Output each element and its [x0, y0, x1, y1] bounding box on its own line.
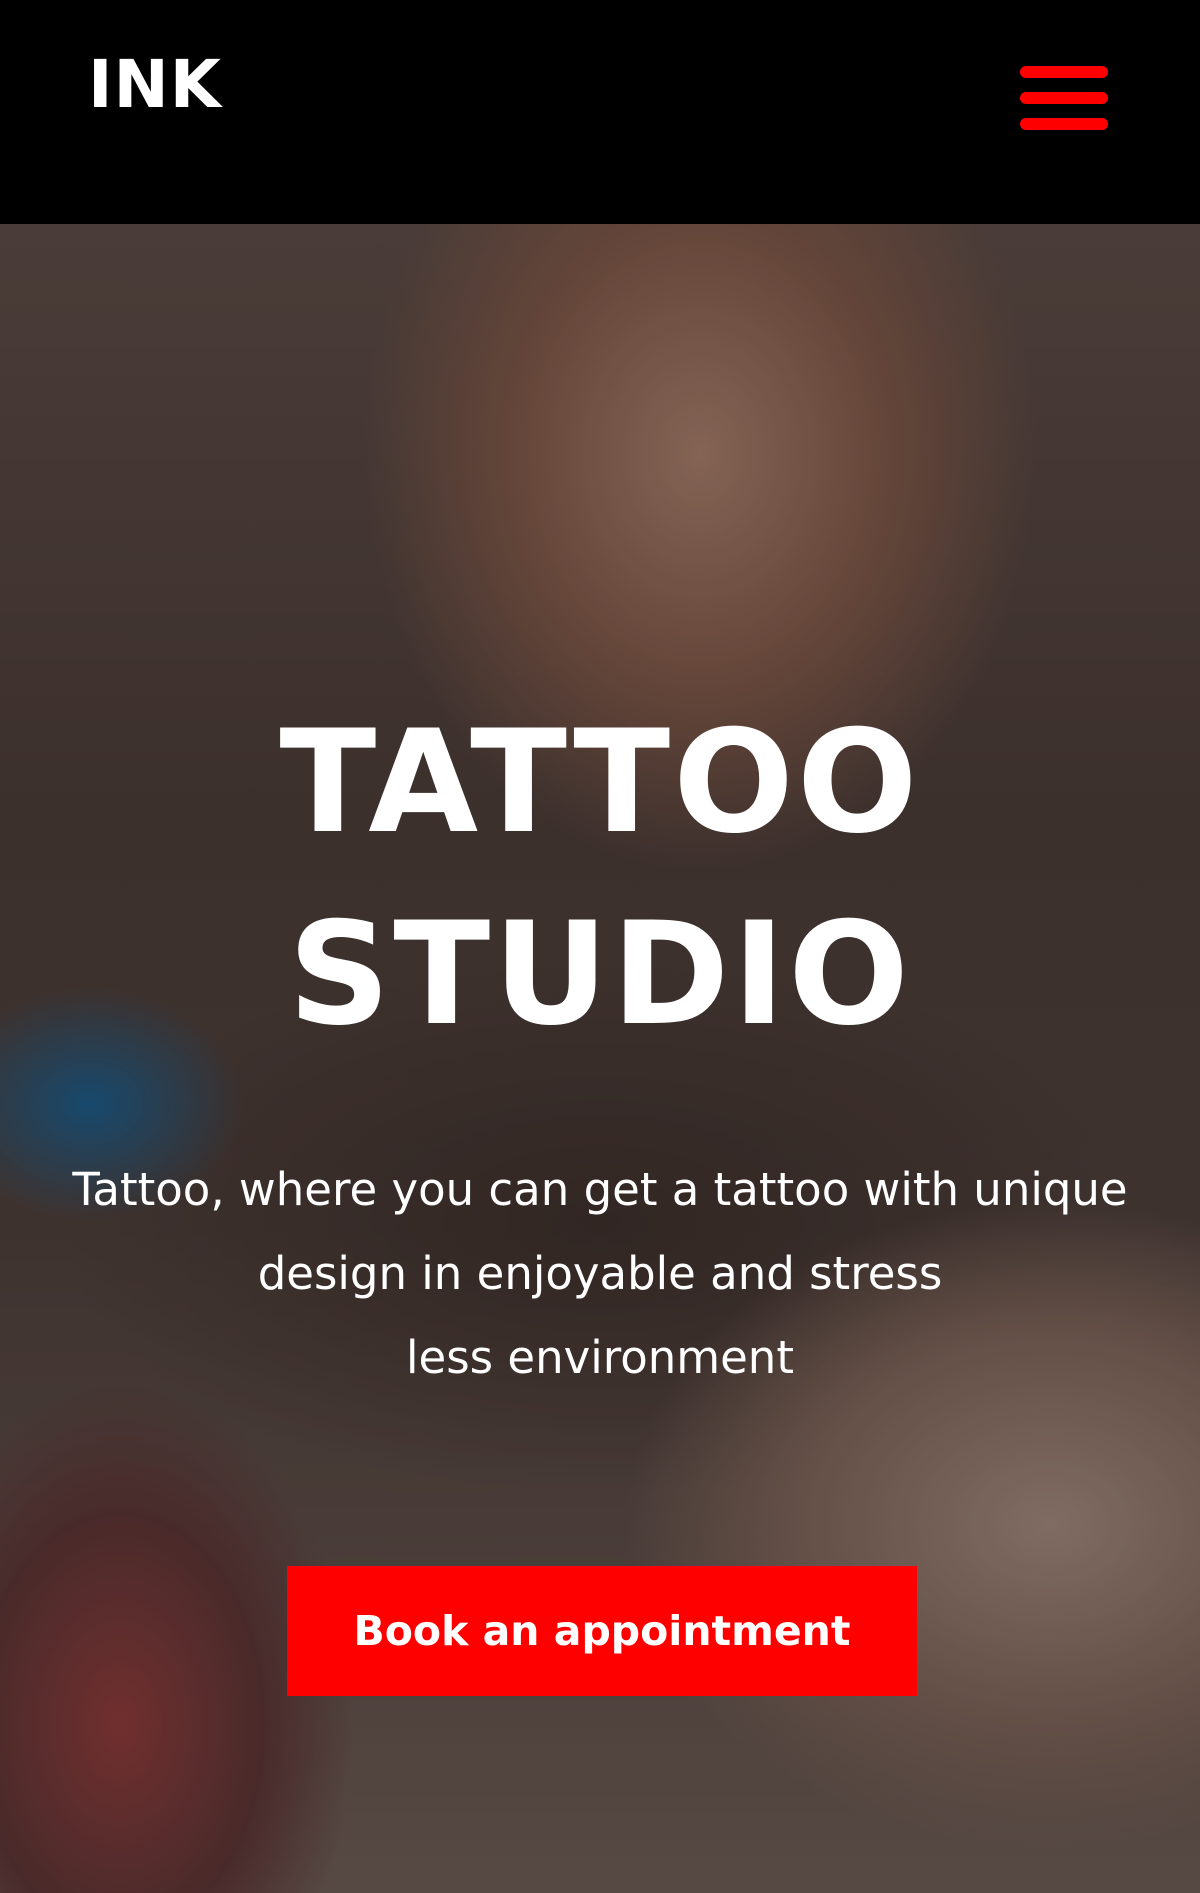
book-appointment-button[interactable]: Book an appointment — [287, 1566, 917, 1696]
hamburger-menu-icon[interactable] — [1014, 62, 1114, 138]
hero-description: Tattoo, where you can get a tattoo with … — [20, 1148, 1180, 1400]
hero-section: TATTOO STUDIO Tattoo, where you can get … — [0, 224, 1200, 1893]
menu-bar-top — [1020, 66, 1108, 78]
hero-title-line-1: TATTOO — [279, 700, 921, 865]
hero-title: TATTOO STUDIO — [0, 687, 1200, 1071]
logo[interactable]: INK — [88, 52, 222, 118]
hero-description-line-2: design in enjoyable and stress — [257, 1247, 943, 1300]
hero-description-line-3: less environment — [406, 1331, 794, 1384]
menu-bar-middle — [1020, 92, 1108, 104]
hero-title-line-2: STUDIO — [288, 892, 912, 1057]
menu-bar-bottom — [1020, 118, 1108, 130]
page: INK TATTOO STUDIO Tattoo, where you can … — [0, 0, 1200, 1893]
navbar: INK — [0, 0, 1200, 224]
hero-description-line-1: Tattoo, where you can get a tattoo with … — [72, 1163, 1128, 1216]
